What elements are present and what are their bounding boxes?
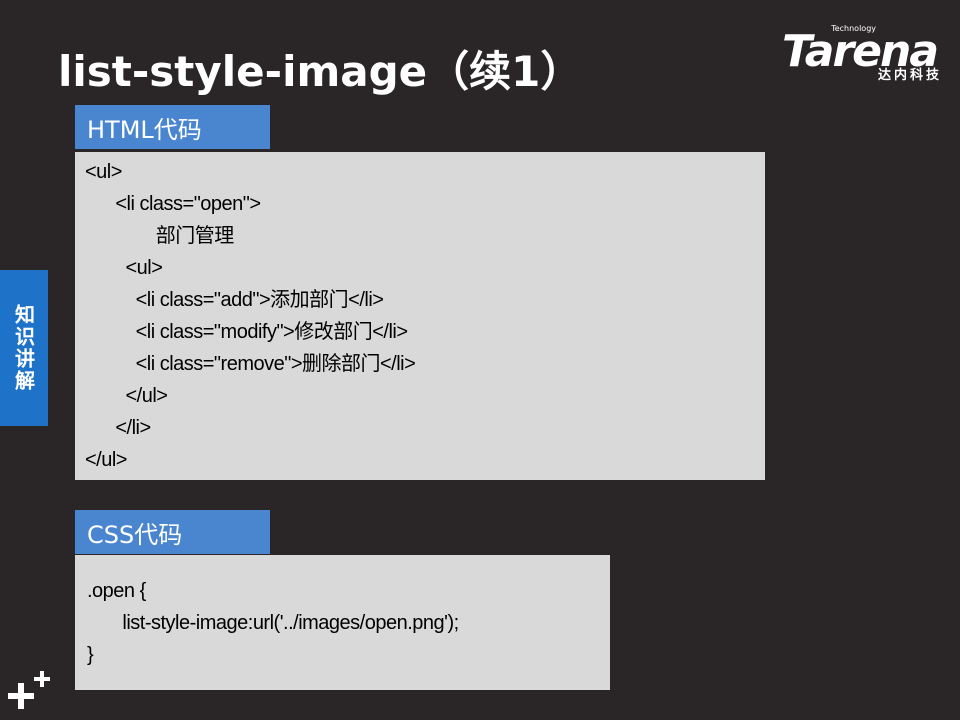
side-tab-knowledge: 知识讲解: [0, 270, 48, 426]
css-code-block: .open { list-style-image:url('../images/…: [75, 555, 610, 690]
tarena-logo: Technology Tarena 达内科技: [782, 22, 946, 86]
code-line: <li class="remove">删除部门</li>: [85, 353, 416, 375]
code-line: <li class="open">: [85, 193, 261, 215]
code-line: 部门管理: [85, 225, 235, 247]
html-code-block: <ul> <li class="open"> 部门管理 <ul> <li cla…: [75, 152, 765, 480]
side-tab-label: 知识讲解: [11, 304, 36, 392]
code-line: </ul>: [85, 385, 168, 407]
code-line: <ul>: [85, 161, 122, 183]
logo-chinese-text: 达内科技: [877, 68, 942, 83]
code-line: </li>: [85, 417, 151, 439]
code-line: <li class="add">添加部门</li>: [85, 289, 384, 311]
css-code-label: CSS代码: [75, 510, 270, 554]
plus-plus-icon: [8, 671, 50, 709]
html-code-label: HTML代码: [75, 105, 270, 149]
slide-title: list-style-image（续1）: [58, 47, 583, 96]
code-line: .open {: [87, 580, 146, 602]
code-line: <ul>: [85, 257, 163, 279]
code-line: </ul>: [85, 449, 127, 471]
code-line: }: [87, 644, 94, 666]
code-line: list-style-image:url('../images/open.png…: [87, 612, 459, 634]
code-line: <li class="modify">修改部门</li>: [85, 321, 408, 343]
